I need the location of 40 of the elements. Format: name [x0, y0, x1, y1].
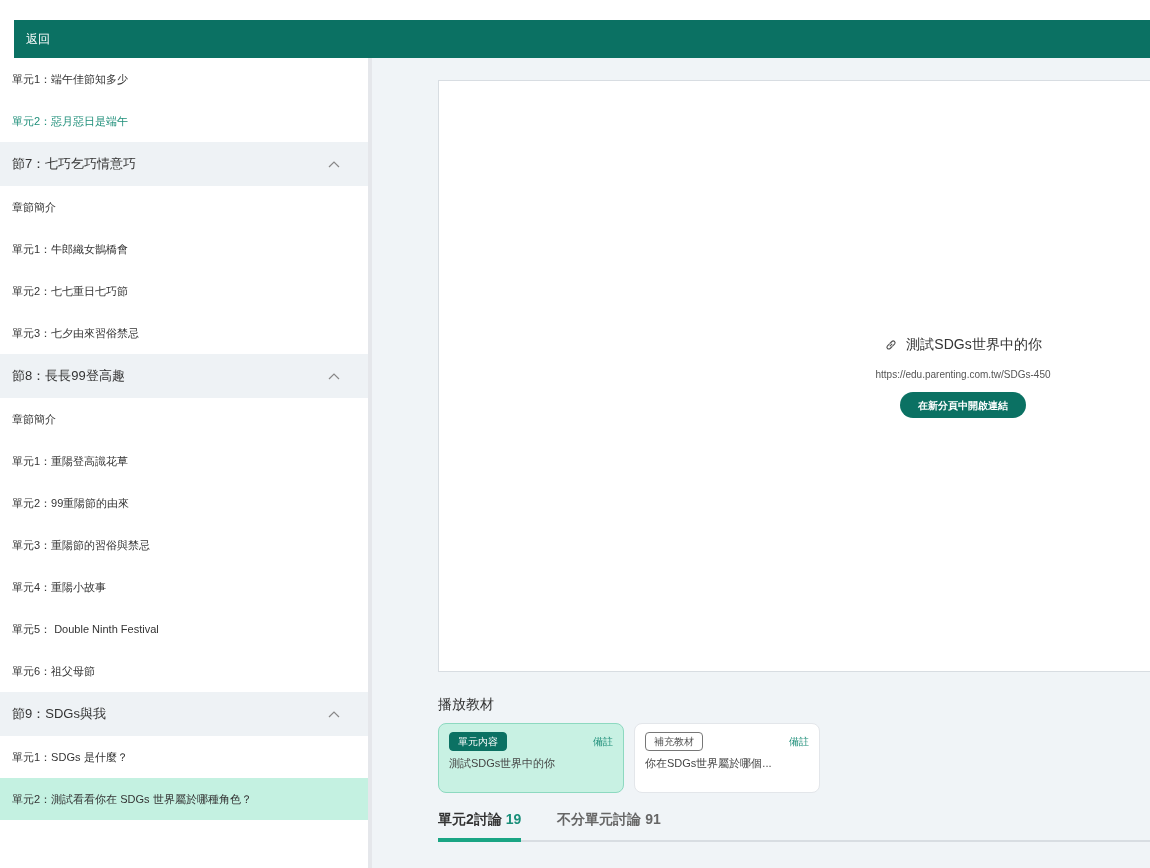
- category-badge: 單元內容: [449, 732, 507, 751]
- section-title: 節8：長長99登高趣: [12, 367, 125, 386]
- unit-item[interactable]: 章節簡介: [0, 186, 368, 228]
- unit-item[interactable]: 單元2：99重陽節的由來: [0, 482, 368, 524]
- unit-item[interactable]: 單元1：重陽登高識花草: [0, 440, 368, 482]
- back-link[interactable]: 返回: [26, 30, 50, 48]
- note-link[interactable]: 備註: [789, 734, 809, 749]
- section-title: 節7：七巧乞巧情意巧: [12, 155, 137, 174]
- note-link[interactable]: 備註: [593, 734, 613, 749]
- material-card[interactable]: 單元內容 備註 測試SDGs世界中的你: [438, 723, 624, 793]
- unit-item[interactable]: 單元2：惡月惡日是端午: [0, 100, 368, 142]
- chevron-up-icon[interactable]: [328, 710, 340, 718]
- material-card[interactable]: 補充教材 備註 你在SDGs世界屬於哪個...: [634, 723, 820, 793]
- unit-item[interactable]: 章節簡介: [0, 398, 368, 440]
- section-header[interactable]: 節7：七巧乞巧情意巧: [0, 142, 368, 186]
- link-icon: [884, 337, 899, 352]
- section-header[interactable]: 節8：長長99登高趣: [0, 354, 368, 398]
- discussion-tab[interactable]: 不分單元討論 91: [557, 809, 661, 842]
- unit-item[interactable]: 單元3：七夕由來習俗禁忌: [0, 312, 368, 354]
- unit-item[interactable]: 單元3：重陽節的習俗與禁忌: [0, 524, 368, 566]
- category-badge: 補充教材: [645, 732, 703, 751]
- open-link-button[interactable]: 在新分頁中開啟連結: [900, 392, 1026, 418]
- chevron-up-icon[interactable]: [328, 372, 340, 380]
- material-title: 你在SDGs世界屬於哪個...: [645, 756, 773, 771]
- unit-item[interactable]: 單元5： Double Ninth Festival: [0, 608, 368, 650]
- unit-item[interactable]: 單元1：牛郎織女鵲橋會: [0, 228, 368, 270]
- unit-item[interactable]: 單元6：祖父母節: [0, 650, 368, 692]
- chevron-up-icon[interactable]: [328, 160, 340, 168]
- unit-item[interactable]: 單元2：測試看看你在 SDGs 世界屬於哪種角色？: [0, 778, 368, 820]
- unit-item[interactable]: 單元1：端午佳節知多少: [0, 58, 368, 100]
- material-title: 測試SDGs世界中的你: [449, 756, 557, 771]
- section-heading: 播放教材: [438, 695, 495, 714]
- link-title: 測試SDGs世界中的你: [906, 335, 1042, 354]
- link-url: https://edu.parenting.com.tw/SDGs-450: [875, 368, 1051, 382]
- unit-item[interactable]: 單元2：七七重日七巧節: [0, 270, 368, 312]
- unit-item[interactable]: 單元4：重陽小故事: [0, 566, 368, 608]
- section-header[interactable]: 節9：SDGs與我: [0, 692, 368, 736]
- section-title: 節9：SDGs與我: [12, 705, 106, 724]
- unit-item[interactable]: 單元1：SDGs 是什麼？: [0, 736, 368, 778]
- discussion-tab[interactable]: 單元2討論 19: [438, 809, 522, 842]
